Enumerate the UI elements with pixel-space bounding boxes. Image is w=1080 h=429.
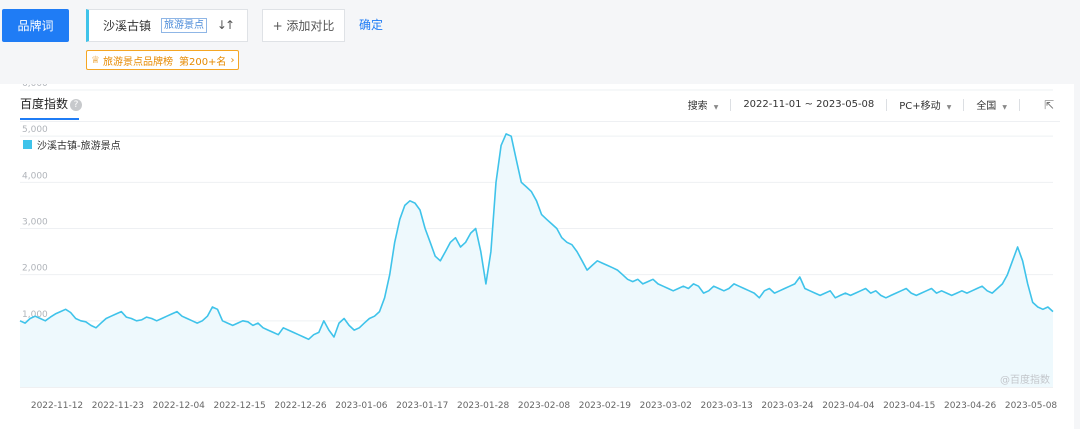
x-tick-label: 2023-02-19	[579, 401, 632, 411]
crown-icon: ♕	[91, 54, 100, 66]
keyword-chip[interactable]: 沙溪古镇 旅游景点 ↓↑	[86, 9, 248, 42]
x-axis-ticks: 2022-11-12 2022-11-23 2022-12-04 2022-12-15…	[31, 401, 1058, 411]
x-tick-label: 2023-01-06	[335, 401, 388, 411]
y-tick-label: 5,000	[22, 125, 48, 135]
x-tick-label: 2023-04-26	[944, 401, 997, 411]
x-tick-label: 2022-12-26	[274, 401, 327, 411]
x-tick-label: 2023-03-02	[640, 401, 692, 411]
x-tick-label: 2023-04-15	[883, 401, 935, 411]
x-tick-label: 2023-02-08	[518, 401, 571, 411]
rank-label: 旅游景点品牌榜	[102, 56, 173, 68]
x-tick-label: 2023-04-04	[822, 401, 875, 411]
y-tick-label: 6,000	[22, 84, 48, 89]
x-tick-label: 2022-11-23	[92, 401, 144, 411]
rank-value: 第200+名	[178, 56, 227, 68]
x-tick-label: 2023-01-28	[457, 401, 510, 411]
y-tick-label: 4,000	[22, 171, 48, 181]
brand-word-button[interactable]: 品牌词	[2, 9, 69, 42]
trend-chart: 1,0002,0003,0004,0005,0006,000 2022-11-1…	[19, 84, 1058, 411]
keyword-name: 沙溪古镇	[103, 19, 152, 33]
y-tick-label: 3,000	[22, 218, 48, 228]
chevron-right-icon: ›	[230, 54, 235, 66]
add-compare-button[interactable]: + 添加对比	[262, 9, 345, 42]
brand-rank-badge[interactable]: ♕ 旅游景点品牌榜 第200+名 ›	[86, 50, 240, 70]
keyword-category-tag: 旅游景点	[161, 18, 208, 33]
series-area-fill	[20, 133, 1053, 387]
y-tick-label: 2,000	[22, 264, 48, 274]
x-tick-label: 2023-05-08	[1005, 401, 1058, 411]
x-tick-label: 2023-03-24	[761, 401, 814, 411]
x-tick-label: 2022-11-12	[31, 401, 83, 411]
confirm-link[interactable]: 确定	[359, 16, 383, 33]
watermark: @百度指数	[1000, 373, 1050, 386]
top-toolbar: 品牌词 沙溪古镇 旅游景点 ↓↑ + 添加对比 确定 ♕ 旅游景点品牌榜 第20…	[0, 0, 1080, 84]
x-tick-label: 2023-01-17	[396, 401, 448, 411]
x-tick-label: 2023-03-13	[700, 401, 752, 411]
x-tick-label: 2022-12-04	[153, 401, 206, 411]
y-axis-ticks: 1,0002,0003,0004,0005,0006,000	[22, 84, 48, 320]
swap-order-icon[interactable]: ↓↑	[217, 18, 235, 32]
x-tick-label: 2022-12-15	[213, 401, 265, 411]
